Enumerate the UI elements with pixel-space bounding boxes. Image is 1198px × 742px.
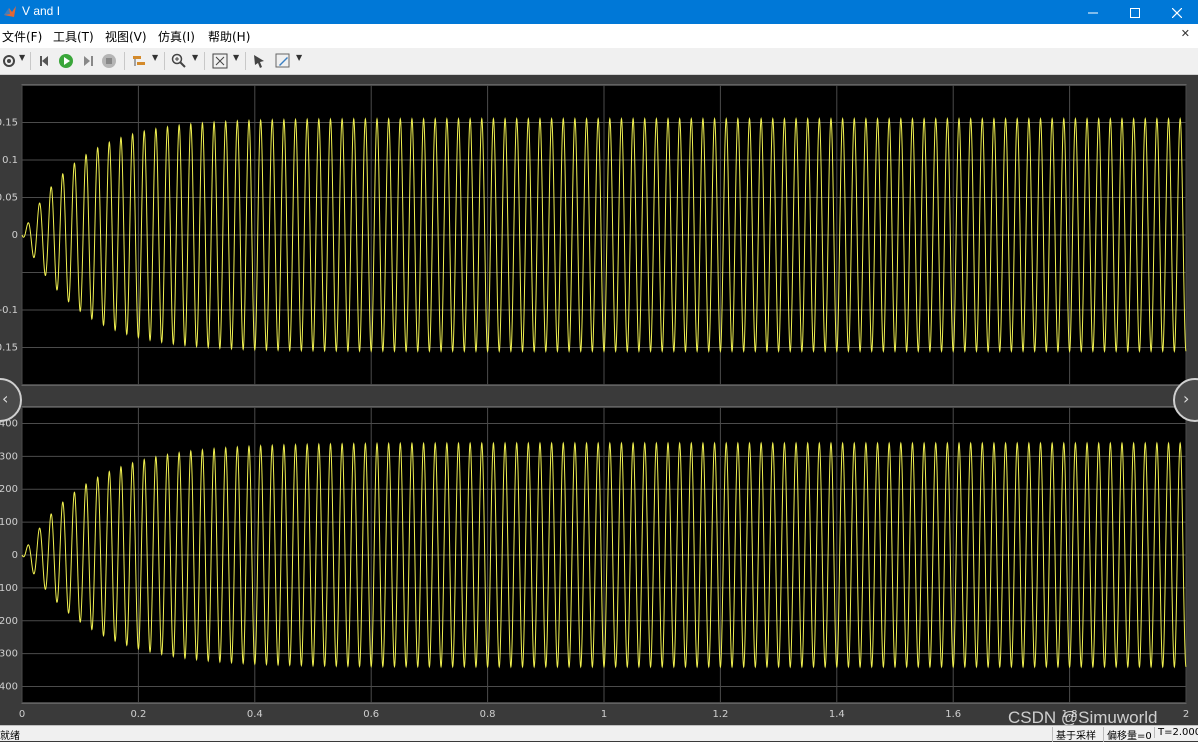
y-tick-label: 200 xyxy=(0,616,18,627)
menu-tools[interactable]: 工具(T) xyxy=(53,28,94,45)
menu-simulation[interactable]: 仿真(I) xyxy=(158,28,195,45)
y-tick-label: 0.05 xyxy=(0,193,18,204)
x-tick-label: 0.4 xyxy=(247,709,263,720)
zoom-icon[interactable] xyxy=(170,52,188,70)
step-back-icon[interactable] xyxy=(36,52,54,70)
x-tick-label: 1 xyxy=(601,709,607,720)
run-icon[interactable] xyxy=(57,52,75,70)
chevron-left-icon: ‹ xyxy=(2,389,9,408)
status-time: T=2.000 xyxy=(1154,727,1198,738)
cursor-icon[interactable] xyxy=(251,52,269,70)
highlight-dropdown-icon[interactable]: ▼ xyxy=(152,53,158,62)
toolbar-separator xyxy=(204,52,205,70)
stop-icon[interactable] xyxy=(100,52,118,70)
settings-dropdown-icon[interactable]: ▼ xyxy=(19,53,25,62)
edit-icon[interactable] xyxy=(274,52,292,70)
y-tick-label: -0.1 xyxy=(0,305,18,316)
y-tick-label: 0 xyxy=(12,230,18,241)
toolbar-separator xyxy=(30,52,31,70)
step-forward-icon[interactable] xyxy=(79,52,97,70)
toolbar: ▼ ▼ ▼ ▼ ▼ xyxy=(0,48,1198,75)
maximize-icon xyxy=(1130,3,1140,22)
x-tick-label: 1.2 xyxy=(712,709,728,720)
fit-dropdown-icon[interactable]: ▼ xyxy=(233,53,239,62)
x-tick-label: 0.8 xyxy=(480,709,496,720)
status-bar: 就绪 基于采样 偏移量=0 T=2.000 xyxy=(0,725,1198,742)
y-tick-label: 300 xyxy=(0,649,18,660)
x-tick-label: 1.4 xyxy=(829,709,845,720)
x-tick-label: 0.2 xyxy=(130,709,146,720)
menu-help[interactable]: 帮助(H) xyxy=(208,28,250,45)
minimize-icon xyxy=(1088,3,1098,22)
y-tick-label: 0.15 xyxy=(0,343,18,354)
highlight-icon[interactable] xyxy=(130,52,148,70)
chevron-right-icon: › xyxy=(1183,389,1190,408)
y-tick-label: 0.15 xyxy=(0,118,18,129)
title-bar: V and I xyxy=(0,0,1198,24)
y-tick-label: 200 xyxy=(0,484,18,495)
y-tick-label: 0.1 xyxy=(2,155,18,166)
window-title: V and I xyxy=(22,4,61,18)
y-tick-label: 300 xyxy=(0,451,18,462)
scope-plot-area: 0.15 0.1 0.05 0 -0.1 0.15 0 0.2 0.4 0.6 0.8 1 1.2 1.… xyxy=(0,75,1198,725)
y-tick-label: 100 xyxy=(0,583,18,594)
close-icon xyxy=(1171,3,1183,22)
x-tick-label: 0.6 xyxy=(363,709,379,720)
y-tick-label: 100 xyxy=(0,517,18,528)
settings-icon[interactable] xyxy=(0,52,18,70)
minimize-button[interactable] xyxy=(1072,0,1114,24)
y-tick-label: 0 xyxy=(12,550,18,561)
toolbar-separator xyxy=(124,52,125,70)
x-tick-label: 1.6 xyxy=(945,709,961,720)
edit-dropdown-icon[interactable]: ▼ xyxy=(296,53,302,62)
toolbar-separator xyxy=(245,52,246,70)
menu-file[interactable]: 文件(F) xyxy=(2,28,42,45)
close-button[interactable] xyxy=(1156,0,1198,24)
scope-plots: 0.15 0.1 0.05 0 -0.1 0.15 0 0.2 0.4 0.6 0.8 1 1.2 1.… xyxy=(0,84,1189,720)
x-tick-label: 0 xyxy=(19,709,25,720)
toolbar-separator xyxy=(164,52,165,70)
current-axes[interactable]: 0.15 0.1 0.05 0 -0.1 0.15 xyxy=(0,84,1187,386)
pin-icon[interactable]: ✕ xyxy=(1181,27,1190,40)
menu-view[interactable]: 视图(V) xyxy=(105,28,147,45)
menu-bar: 文件(F) 工具(T) 视图(V) 仿真(I) 帮助(H) ✕ xyxy=(0,24,1198,48)
maximize-button[interactable] xyxy=(1114,0,1156,24)
zoom-dropdown-icon[interactable]: ▼ xyxy=(192,53,198,62)
voltage-axes[interactable]: 0 0.2 0.4 0.6 0.8 1 1.2 1.4 1.6 1.8 24003002001000… xyxy=(0,406,1189,720)
x-tick-label: 2 xyxy=(1183,709,1189,720)
matlab-icon xyxy=(3,4,17,18)
y-tick-label: 400 xyxy=(0,682,18,693)
fit-icon[interactable] xyxy=(211,52,229,70)
